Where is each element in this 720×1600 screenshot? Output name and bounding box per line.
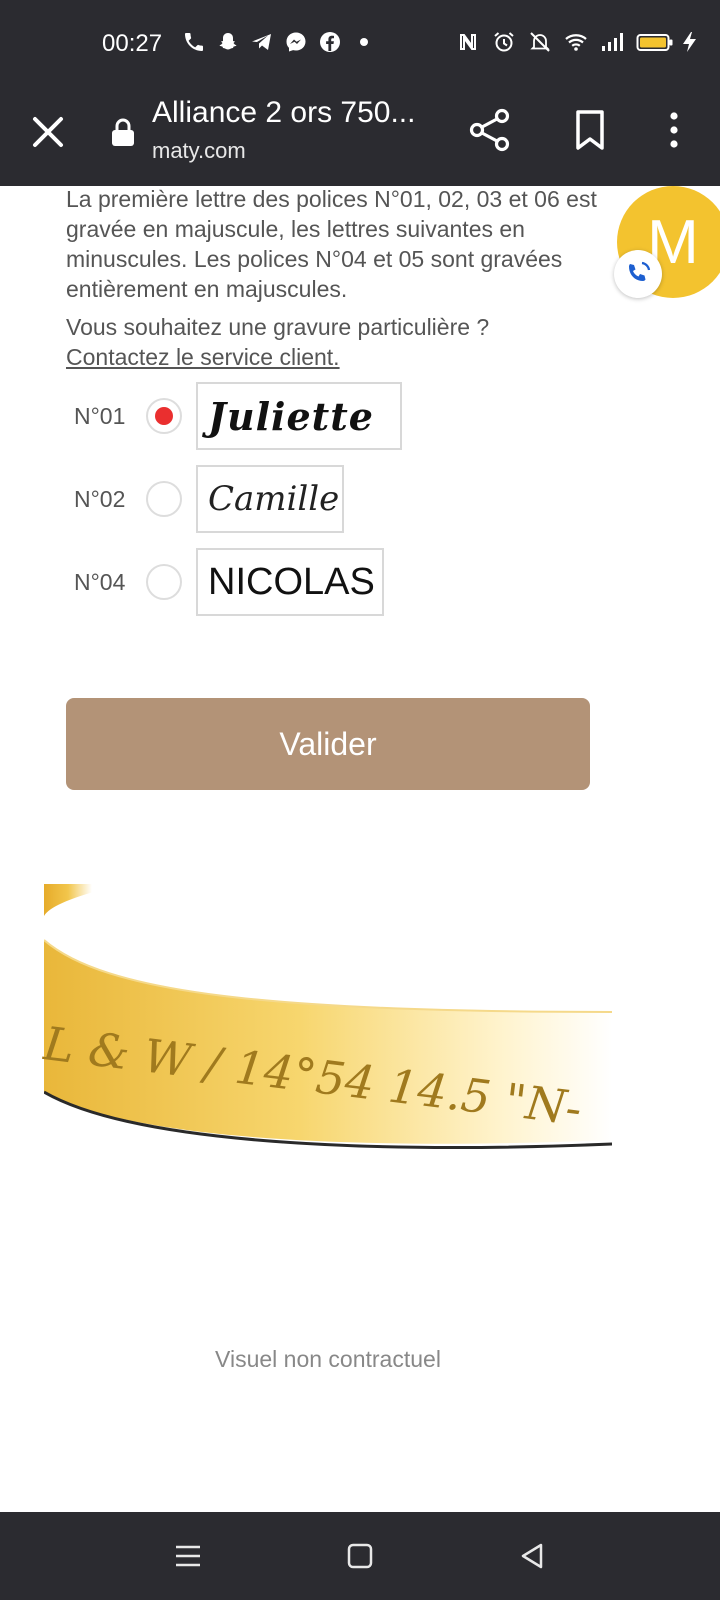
nfc-icon xyxy=(456,30,480,54)
font-preview[interactable]: Juliette xyxy=(196,382,402,450)
signal-icon xyxy=(600,30,624,54)
font-radio-selected[interactable] xyxy=(146,398,182,434)
dot-icon xyxy=(352,30,376,54)
font-label: N°01 xyxy=(74,402,126,429)
more-options-icon[interactable] xyxy=(652,108,696,152)
contact-service-link[interactable]: Contactez le service client. xyxy=(66,344,340,370)
mute-icon xyxy=(528,30,552,54)
lock-icon xyxy=(110,116,136,148)
wifi-icon xyxy=(564,30,588,54)
bookmark-icon[interactable] xyxy=(568,108,612,152)
radio-dot xyxy=(155,407,173,425)
battery-icon xyxy=(636,30,674,54)
font-preview[interactable]: NICOLAS xyxy=(196,548,384,616)
alarm-icon xyxy=(492,30,516,54)
facebook-icon xyxy=(318,30,342,54)
browser-toolbar: Alliance 2 ors 750... maty.com xyxy=(0,90,720,186)
recent-apps-icon[interactable] xyxy=(170,1538,206,1574)
engraving-description: La première lettre des polices N°01, 02,… xyxy=(66,186,597,302)
phone-icon xyxy=(182,30,206,54)
call-icon[interactable] xyxy=(614,250,662,298)
status-bar: 00:27 xyxy=(0,0,720,90)
system-icons xyxy=(456,30,702,54)
disclaimer-text: Visuel non contractuel xyxy=(215,1346,441,1372)
back-icon[interactable] xyxy=(514,1538,550,1574)
font-preview[interactable]: Camille xyxy=(196,465,344,533)
font-option-01[interactable]: N°01 Juliette xyxy=(74,382,402,450)
font-preview-text: Juliette xyxy=(208,393,374,439)
page-title[interactable]: Alliance 2 ors 750... xyxy=(152,96,442,130)
notification-icons xyxy=(182,30,376,54)
snapchat-icon xyxy=(216,30,240,54)
share-icon[interactable] xyxy=(468,108,512,152)
charging-icon xyxy=(678,30,702,54)
page-domain[interactable]: maty.com xyxy=(152,138,246,164)
font-label: N°02 xyxy=(74,485,126,512)
font-preview-text: NICOLAS xyxy=(208,560,375,603)
font-radio[interactable] xyxy=(146,564,182,600)
question-text: Vous souhaitez une gravure particulière … xyxy=(66,314,490,340)
home-icon[interactable] xyxy=(342,1538,378,1574)
font-radio[interactable] xyxy=(146,481,182,517)
special-engraving-question: Vous souhaitez une gravure particulière … xyxy=(66,312,606,372)
status-time: 00:27 xyxy=(102,30,163,57)
font-preview-text: Camille xyxy=(208,479,340,519)
messenger-icon xyxy=(284,30,308,54)
navigation-bar xyxy=(0,1512,720,1600)
font-label: N°04 xyxy=(74,568,126,595)
validate-button[interactable]: Valider xyxy=(66,698,590,790)
close-icon[interactable] xyxy=(26,110,70,154)
font-option-04[interactable]: N°04 NICOLAS xyxy=(74,548,384,616)
telegram-icon xyxy=(250,30,274,54)
page-content: La première lettre des polices N°01, 02,… xyxy=(0,186,720,1512)
font-option-02[interactable]: N°02 Camille xyxy=(74,465,344,533)
